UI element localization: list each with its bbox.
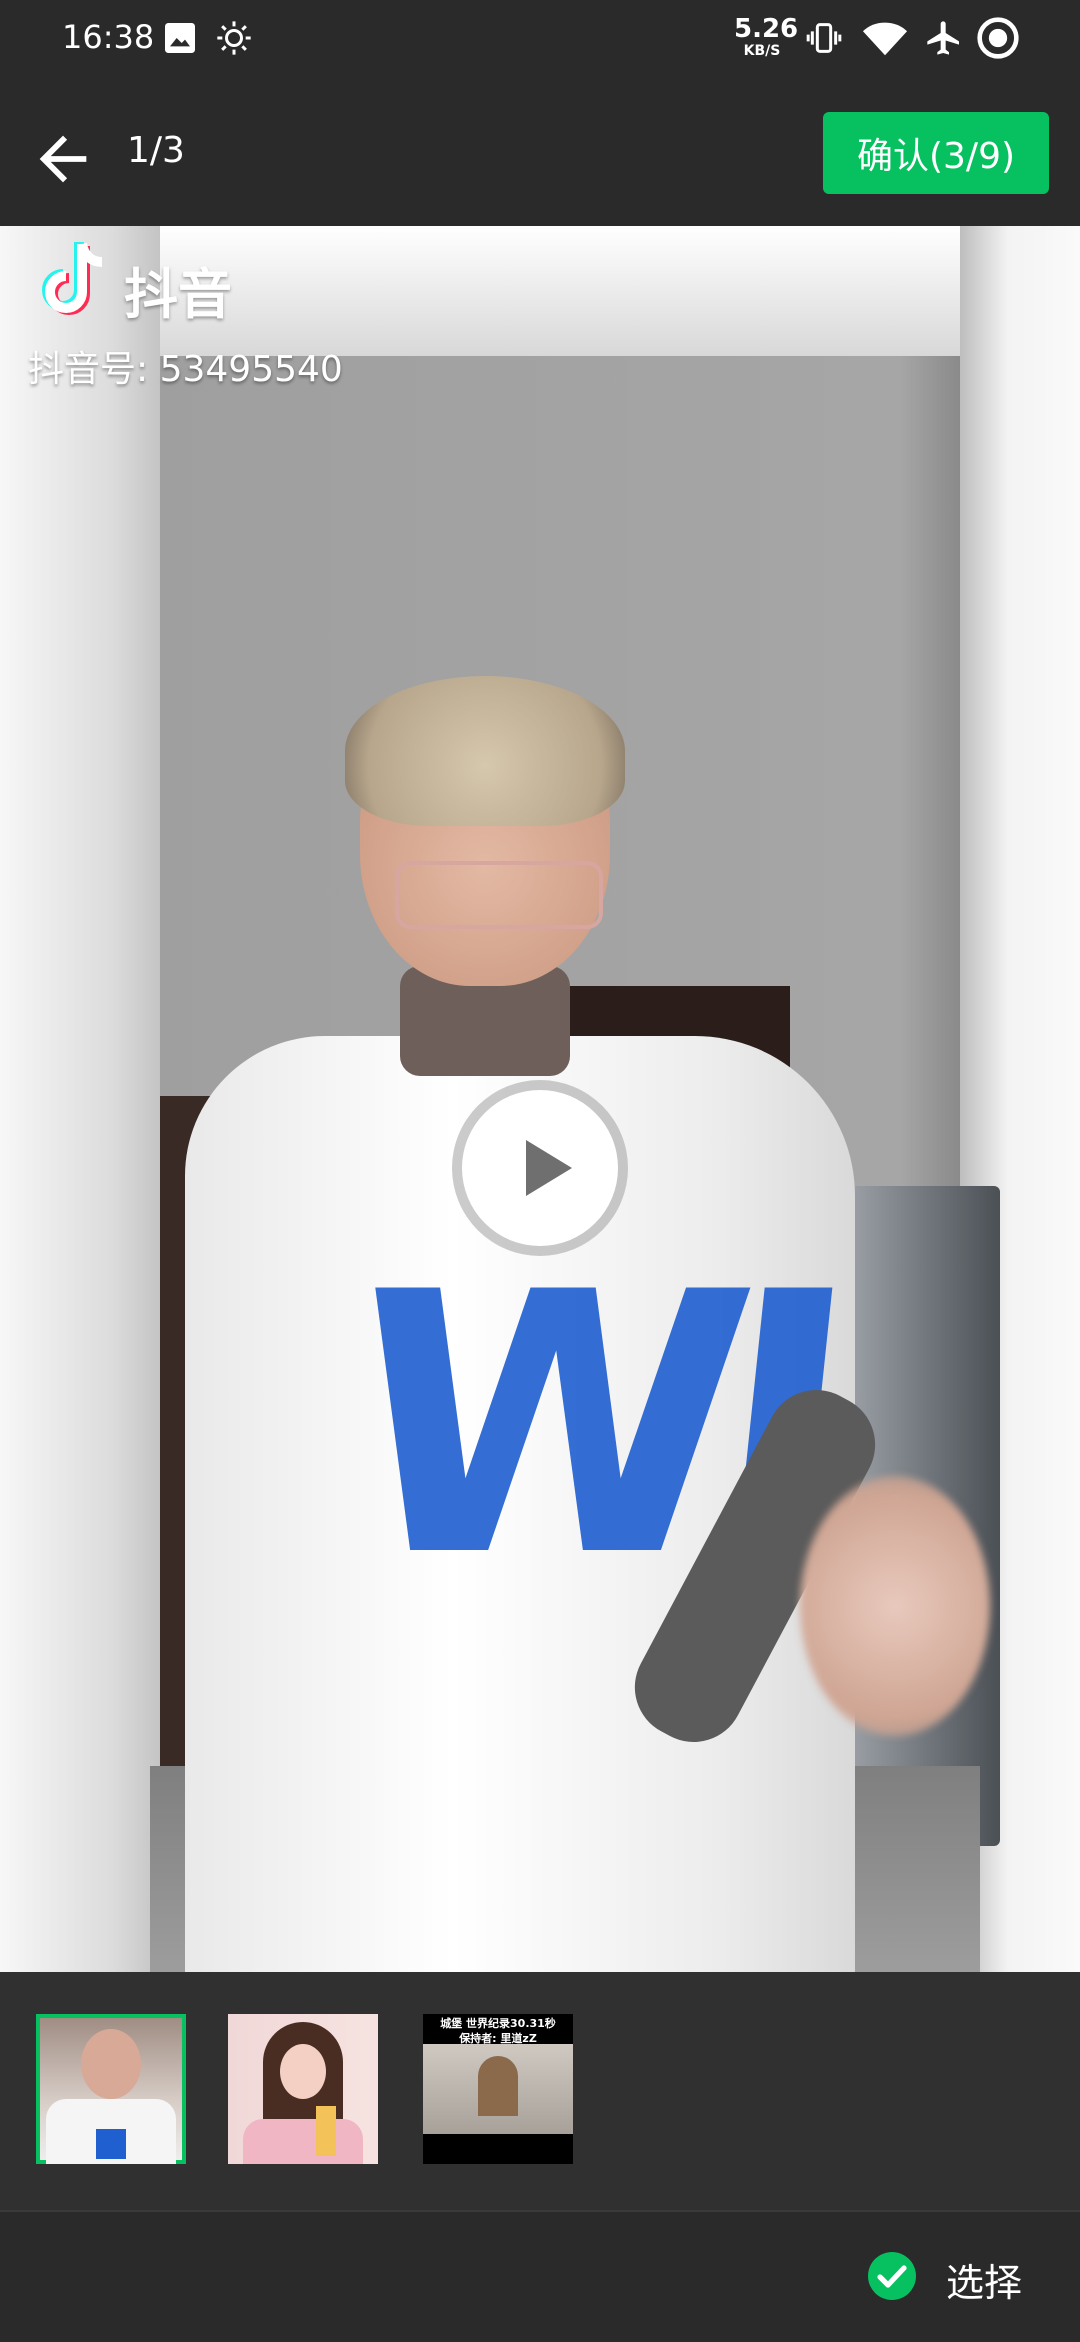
tiktok-watermark: 抖音 <box>36 238 256 328</box>
confirm-button[interactable]: 确认(3/9) <box>823 112 1049 194</box>
thumbnail-cup <box>316 2106 336 2156</box>
select-label[interactable]: 选择 <box>946 2252 1022 2307</box>
wifi-icon <box>862 18 908 58</box>
play-button[interactable] <box>462 1090 618 1246</box>
shirt-logo: WI <box>328 1216 844 1635</box>
select-checkbox[interactable] <box>868 2252 916 2300</box>
door-frame-left <box>0 226 160 1972</box>
vibrate-icon <box>804 18 844 58</box>
thumbnail-2[interactable] <box>228 2014 378 2164</box>
tiktok-account-id: 抖音号: 53495540 <box>28 349 343 390</box>
thumbnail-shirt <box>243 2119 363 2164</box>
person-glasses <box>395 861 603 929</box>
image-icon <box>160 18 200 58</box>
status-time: 16:38 <box>62 18 155 56</box>
bottom-bar: 选择 <box>0 2210 1080 2342</box>
tiktok-logo-icon <box>42 242 103 315</box>
thumbnail-1[interactable] <box>36 2014 186 2164</box>
record-icon <box>976 16 1020 60</box>
airplane-icon <box>924 18 964 58</box>
thumbnail-caption-line2: 保持者: 里道zZ <box>459 2032 537 2045</box>
thumbnail-caption-line1: 城堡 世界纪录30.31秒 <box>440 2017 556 2030</box>
thumbnail-logo <box>96 2129 126 2159</box>
thumbnail-face <box>81 2029 141 2099</box>
tiktok-app-name: 抖音 <box>124 263 232 326</box>
person-hand <box>800 1476 990 1736</box>
check-icon <box>877 2265 907 2288</box>
thumbnail-caption: 城堡 世界纪录30.31秒 保持者: 里道zZ <box>423 2016 573 2046</box>
ceiling <box>150 226 970 356</box>
network-speed: 5.26 KB/S <box>734 16 798 59</box>
brightness-icon <box>214 18 254 58</box>
page-indicator: 1/3 <box>127 130 185 171</box>
back-arrow-icon <box>39 135 87 183</box>
thumbnail-face <box>280 2044 326 2099</box>
person-hair <box>345 676 625 826</box>
thumbnail-castle-gate <box>478 2056 518 2116</box>
play-icon <box>526 1140 572 1196</box>
thumbnail-strip: 城堡 世界纪录30.31秒 保持者: 里道zZ <box>0 1972 1080 2210</box>
top-bar: 1/3 确认(3/9) <box>0 82 1080 226</box>
status-bar: 16:38 5.26 KB/S <box>0 0 1080 82</box>
back-button[interactable] <box>28 124 98 194</box>
network-speed-value: 5.26 <box>734 14 799 44</box>
network-speed-unit: KB/S <box>743 43 781 59</box>
thumbnail-3[interactable]: 城堡 世界纪录30.31秒 保持者: 里道zZ <box>423 2014 573 2164</box>
